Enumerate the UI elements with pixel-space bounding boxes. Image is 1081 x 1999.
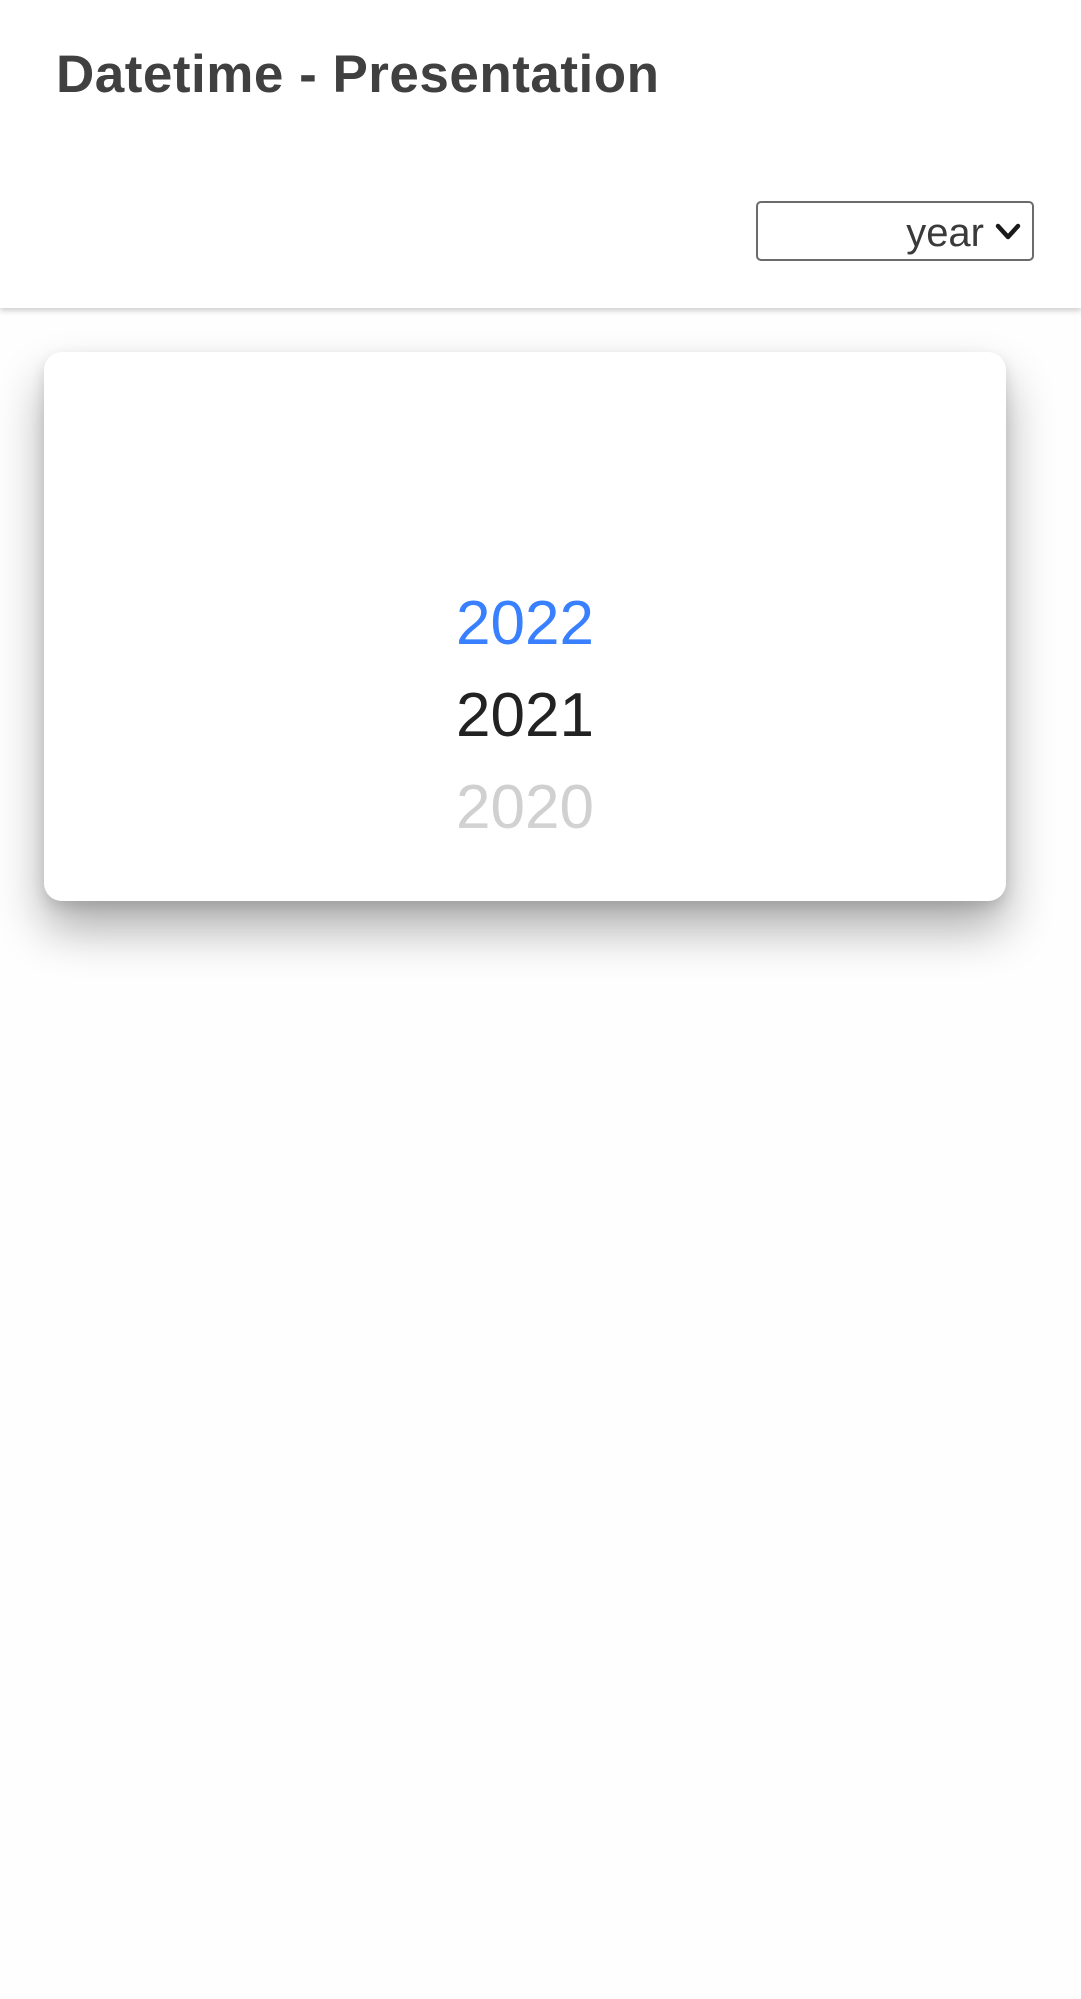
year-option-selected[interactable]: 2022 bbox=[44, 588, 1006, 660]
year-option[interactable]: 2021 bbox=[44, 680, 1006, 752]
year-wheel[interactable]: 2022 2021 2020 bbox=[44, 352, 1006, 901]
presentation-select-value: year bbox=[906, 211, 984, 255]
page: Datetime - Presentation year 2022 2021 2… bbox=[0, 0, 1081, 1999]
year-option[interactable]: 2020 bbox=[44, 772, 1006, 844]
presentation-select[interactable]: year bbox=[756, 201, 1034, 261]
page-title: Datetime - Presentation bbox=[56, 45, 660, 104]
datetime-picker-card: 2022 2021 2020 bbox=[44, 352, 1006, 901]
toolbar: Datetime - Presentation year bbox=[0, 0, 1081, 308]
chevron-down-icon bbox=[995, 223, 1021, 240]
